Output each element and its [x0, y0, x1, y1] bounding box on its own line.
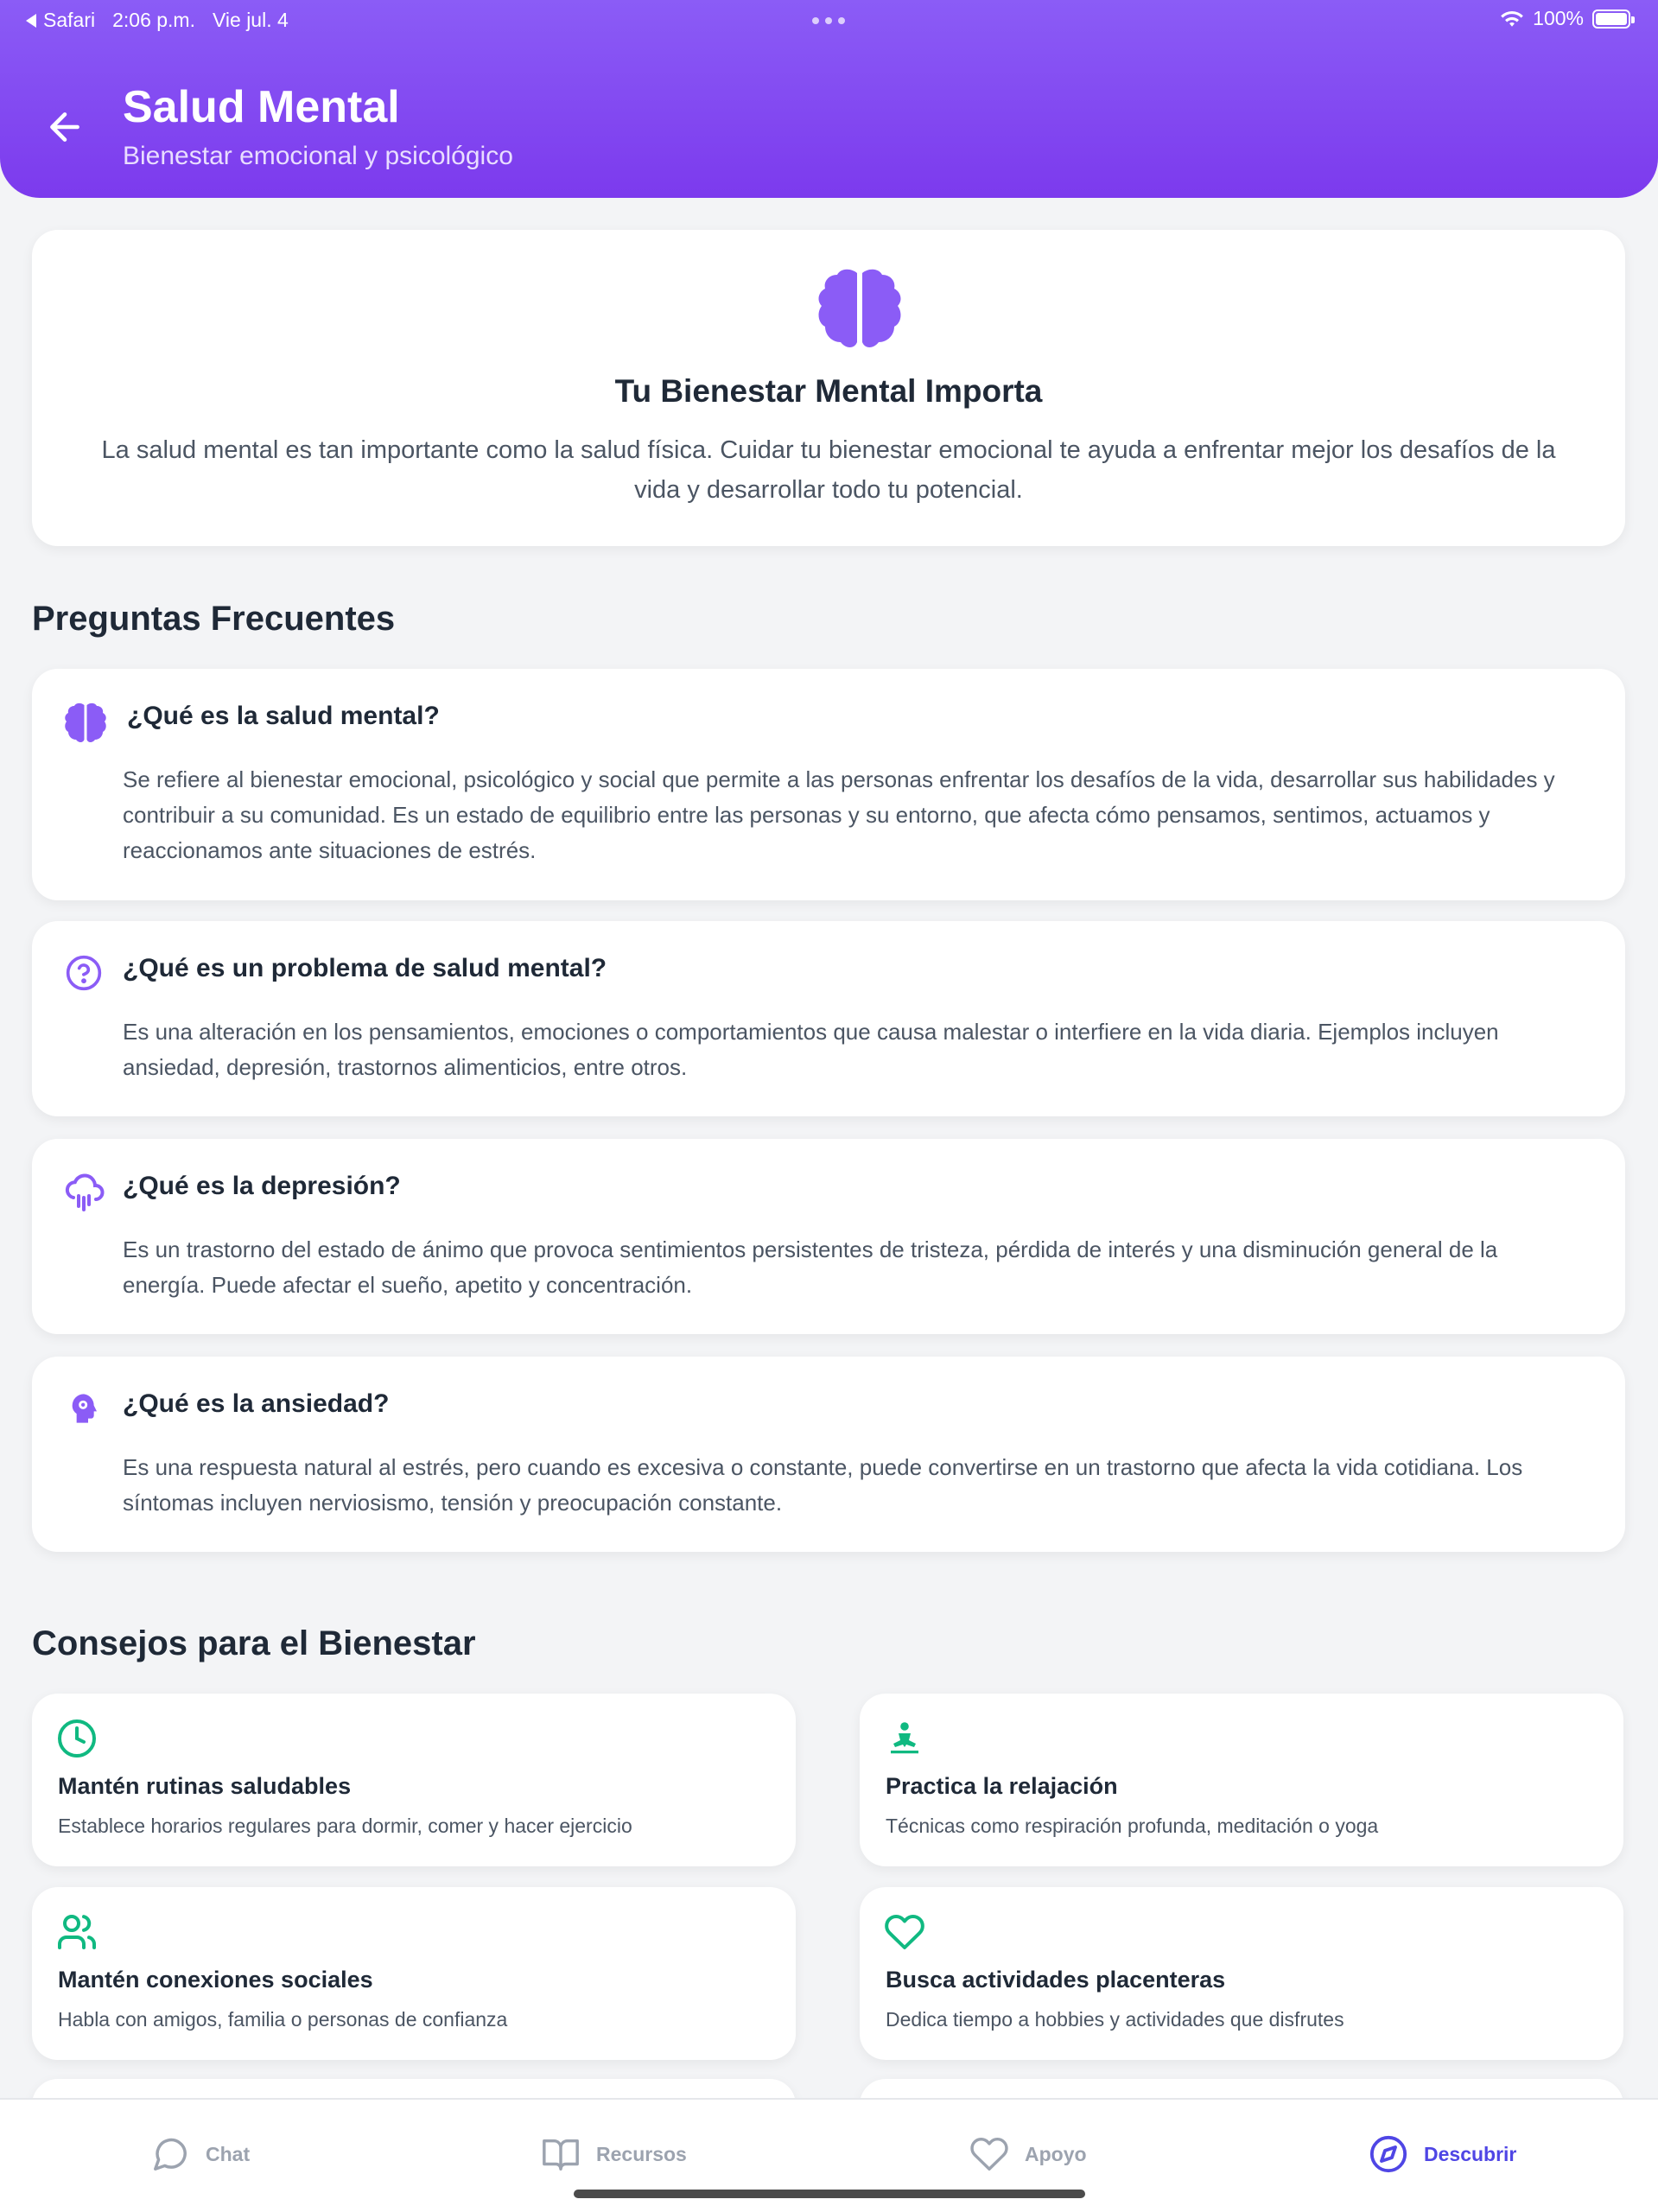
faq-card-4: ¿Qué es la ansiedad? Es una respuesta na…	[32, 1357, 1625, 1552]
battery-icon	[1592, 9, 1635, 29]
tip-title: Busca actividades placenteras	[886, 1967, 1226, 1993]
nav-descubrir[interactable]: Descubrir	[1369, 2134, 1516, 2174]
hero-card: Tu Bienestar Mental Importa La salud men…	[32, 230, 1625, 546]
faq-card-3: ¿Qué es la depresión? Es un trastorno de…	[32, 1139, 1625, 1334]
faq-answer: Es un trastorno del estado de ánimo que …	[123, 1236, 1498, 1298]
faq-card-2: ¿Qué es un problema de salud mental? Es …	[32, 921, 1625, 1116]
tip-desc: Dedica tiempo a hobbies y actividades qu…	[886, 2008, 1344, 2031]
tip-card-1[interactable]: Mantén rutinas saludables Establece hora…	[32, 1694, 796, 1866]
back-triangle-icon	[26, 13, 36, 28]
status-date: Vie jul. 4	[212, 9, 289, 31]
tip-title: Practica la relajación	[886, 1773, 1118, 1799]
cloud-rain-icon	[65, 1173, 105, 1211]
faq-section-title: Preguntas Frecuentes	[32, 600, 396, 638]
heart-icon	[970, 2138, 1008, 2171]
faq-question[interactable]: ¿Qué es la ansiedad?	[123, 1389, 389, 1419]
status-time: 2:06 p.m.	[112, 9, 195, 31]
faq-question[interactable]: ¿Qué es la salud mental?	[127, 702, 440, 731]
compass-icon	[1369, 2135, 1407, 2173]
status-left: Safari 2:06 p.m. Vie jul. 4	[26, 9, 289, 32]
status-bar: Safari 2:06 p.m. Vie jul. 4 100%	[0, 0, 1658, 40]
faq-card-1: ¿Qué es la salud mental? Se refiere al b…	[32, 669, 1625, 900]
meditation-icon	[891, 1722, 918, 1754]
faq-answer: Es una alteración en los pensamientos, e…	[123, 1019, 1499, 1080]
tip-desc: Establece horarios regulares para dormir…	[58, 1815, 632, 1837]
tip-card-4[interactable]: Busca actividades placenteras Dedica tie…	[860, 1887, 1623, 2060]
nav-chat[interactable]: Chat	[150, 2134, 250, 2174]
back-to-app[interactable]: Safari	[26, 9, 95, 32]
brain-icon	[818, 269, 901, 347]
back-arrow-icon[interactable]	[43, 105, 86, 149]
battery-label: 100%	[1533, 7, 1584, 29]
faq-answer: Se refiere al bienestar emocional, psico…	[123, 766, 1555, 863]
nav-recursos[interactable]: Recursos	[541, 2134, 687, 2174]
home-indicator[interactable]	[574, 2190, 1085, 2198]
question-circle-icon	[66, 955, 102, 991]
page-title: Salud Mental	[123, 82, 400, 132]
clock-icon	[58, 1719, 96, 1758]
tip-title: Mantén conexiones sociales	[58, 1967, 373, 1993]
tip-desc: Habla con amigos, familia o personas de …	[58, 2008, 508, 2031]
tip-desc: Técnicas como respiración profunda, medi…	[886, 1815, 1379, 1837]
head-gear-icon	[72, 1394, 97, 1423]
hero-title: Tu Bienestar Mental Importa	[614, 373, 1043, 409]
faq-question[interactable]: ¿Qué es la depresión?	[123, 1172, 401, 1201]
tip-title: Mantén rutinas saludables	[58, 1773, 352, 1799]
brain-icon	[65, 702, 106, 742]
status-app-label: Safari	[43, 9, 96, 31]
users-icon	[58, 1915, 97, 1949]
status-right: 100%	[1500, 7, 1635, 30]
tips-section-title: Consejos para el Bienestar	[32, 1624, 476, 1662]
header: Safari 2:06 p.m. Vie jul. 4 100% Salud M…	[0, 0, 1658, 198]
multitask-dots[interactable]	[812, 17, 845, 24]
page-subtitle: Bienestar emocional y psicológico	[123, 142, 513, 170]
hero-text: La salud mental es tan importante como l…	[101, 436, 1556, 504]
book-icon	[543, 2139, 579, 2171]
tip-card-3[interactable]: Mantén conexiones sociales Habla con ami…	[32, 1887, 796, 2060]
tip-card-2[interactable]: Practica la relajación Técnicas como res…	[860, 1694, 1623, 1866]
nav-label: Descubrir	[1424, 2142, 1517, 2165]
nav-apoyo[interactable]: Apoyo	[969, 2134, 1087, 2174]
nav-label: Recursos	[596, 2142, 687, 2165]
chat-icon	[154, 2138, 187, 2171]
faq-question[interactable]: ¿Qué es un problema de salud mental?	[123, 954, 607, 983]
heart-icon	[885, 1914, 924, 1949]
wifi-icon	[1501, 10, 1524, 27]
nav-label: Chat	[206, 2142, 251, 2165]
faq-answer: Es una respuesta natural al estrés, pero…	[123, 1454, 1523, 1516]
nav-label: Apoyo	[1025, 2142, 1087, 2165]
